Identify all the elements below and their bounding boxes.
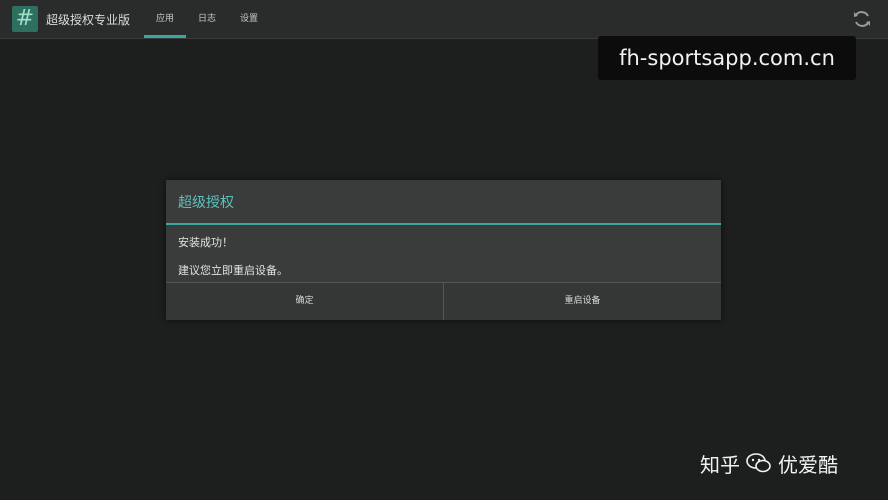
footer-watermark-right: 优爱酷	[778, 452, 838, 477]
tab-settings[interactable]: 设置	[228, 0, 270, 38]
refresh-icon[interactable]	[852, 9, 872, 29]
watermark-text: fh-sportsapp.com.cn	[619, 46, 835, 70]
tab-logs[interactable]: 日志	[186, 0, 228, 38]
dialog-message-reboot-suggestion: 建议您立即重启设备。	[178, 264, 288, 277]
tab-apps[interactable]: 应用	[144, 0, 187, 38]
app-title: 超级授权专业版	[46, 13, 131, 27]
footer-watermark: 知乎 优爱酷	[700, 448, 838, 478]
dialog-divider	[166, 223, 721, 225]
dialog-title: 超级授权	[178, 195, 234, 211]
dialog-message-success: 安装成功！	[178, 236, 233, 249]
install-success-dialog: 超级授权 安装成功！ 建议您立即重启设备。 确定 重启设备	[166, 180, 721, 320]
wechat-icon	[746, 453, 771, 473]
watermark-banner: fh-sportsapp.com.cn	[598, 36, 856, 80]
tab-bar: 应用 日志 设置	[144, 0, 270, 38]
app-hash-icon: #	[12, 6, 38, 32]
action-bar: # 超级授权专业版 应用 日志 设置	[0, 0, 888, 39]
ok-button[interactable]: 确定	[166, 283, 443, 320]
footer-watermark-left: 知乎	[700, 452, 740, 477]
reboot-device-button[interactable]: 重启设备	[443, 283, 721, 320]
dialog-button-row: 确定 重启设备	[166, 282, 721, 321]
